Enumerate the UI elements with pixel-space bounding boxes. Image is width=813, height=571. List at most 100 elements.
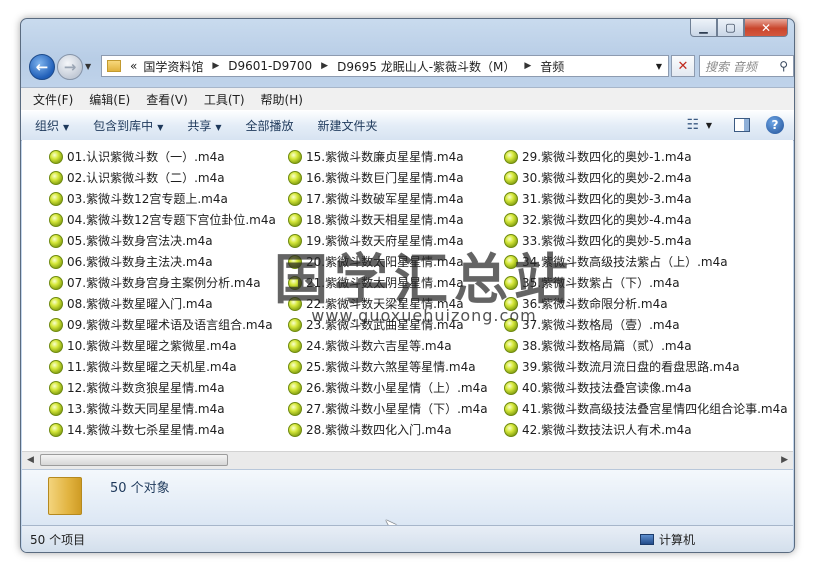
m4a-audio-file-icon: [49, 212, 63, 227]
close-button[interactable]: ✕: [744, 19, 788, 37]
m4a-audio-file-icon: [49, 401, 63, 416]
search-input[interactable]: 搜索 音频 ⚲: [699, 55, 794, 77]
file-item[interactable]: 32.紫微斗数四化的奥妙-4.m4a: [504, 209, 788, 230]
file-item[interactable]: 18.紫微斗数天相星星情.m4a: [288, 209, 488, 230]
horizontal-scrollbar[interactable]: ◀ ▶: [22, 451, 793, 469]
menu-tools[interactable]: 工具(T): [204, 91, 245, 108]
file-item[interactable]: 38.紫微斗数格局篇（贰）.m4a: [504, 335, 788, 356]
recent-pages-dropdown[interactable]: ▼: [85, 62, 91, 71]
file-item[interactable]: 25.紫微斗数六煞星等星情.m4a: [288, 356, 488, 377]
menu-help[interactable]: 帮助(H): [261, 91, 303, 108]
play-all-button[interactable]: 全部播放: [246, 117, 294, 134]
scrollbar-thumb[interactable]: [40, 454, 228, 466]
m4a-audio-file-icon: [504, 233, 518, 248]
file-item[interactable]: 12.紫微斗数贪狼星星情.m4a: [49, 377, 276, 398]
menu-view[interactable]: 查看(V): [146, 91, 188, 108]
file-item[interactable]: 41.紫微斗数高级技法叠宫星情四化组合论事.m4a: [504, 398, 788, 419]
file-name: 10.紫微斗数星曜之紫微星.m4a: [67, 339, 237, 353]
help-icon[interactable]: ?: [766, 116, 784, 134]
search-icon[interactable]: ⚲: [779, 59, 788, 73]
minimize-button[interactable]: ▁: [690, 19, 717, 37]
item-count: 50 个项目: [30, 533, 86, 547]
back-arrow-icon[interactable]: ←: [29, 54, 55, 80]
file-item[interactable]: 36.紫微斗数命限分析.m4a: [504, 293, 788, 314]
m4a-audio-file-icon: [504, 275, 518, 290]
breadcrumb-separator-icon[interactable]: ▶: [524, 61, 531, 71]
file-item[interactable]: 27.紫微斗数小星星情（下）.m4a: [288, 398, 488, 419]
breadcrumb-item[interactable]: D9601-D9700: [228, 59, 312, 73]
file-item[interactable]: 19.紫微斗数天府星星情.m4a: [288, 230, 488, 251]
m4a-audio-file-icon: [288, 401, 302, 416]
file-item[interactable]: 35.紫微斗数紫占（下）.m4a: [504, 272, 788, 293]
breadcrumb-item[interactable]: D9695 龙眠山人-紫薇斗数（M）: [337, 58, 515, 75]
file-item[interactable]: 42.紫微斗数技法识人有术.m4a: [504, 419, 788, 440]
file-item[interactable]: 20.紫微斗数太阳星星情.m4a: [288, 251, 488, 272]
m4a-audio-file-icon: [49, 170, 63, 185]
file-item[interactable]: 08.紫微斗数星曜入门.m4a: [49, 293, 276, 314]
view-dropdown-icon[interactable]: ▼: [706, 121, 712, 130]
folder-icon: [48, 477, 82, 515]
file-item[interactable]: 28.紫微斗数四化入门.m4a: [288, 419, 488, 440]
file-item[interactable]: 09.紫微斗数星曜术语及语言组合.m4a: [49, 314, 276, 335]
file-item[interactable]: 07.紫微斗数身宫身主案例分析.m4a: [49, 272, 276, 293]
command-bar: 组织 ▼ 包含到库中 ▼ 共享 ▼ 全部播放 新建文件夹 ☷ ▼ ?: [21, 110, 794, 141]
file-item[interactable]: 05.紫微斗数身宫法决.m4a: [49, 230, 276, 251]
file-item[interactable]: 37.紫微斗数格局（壹）.m4a: [504, 314, 788, 335]
breadcrumb-item[interactable]: 音频: [540, 58, 564, 75]
file-item[interactable]: 10.紫微斗数星曜之紫微星.m4a: [49, 335, 276, 356]
file-name: 05.紫微斗数身宫法决.m4a: [67, 234, 213, 248]
file-item[interactable]: 06.紫微斗数身主法决.m4a: [49, 251, 276, 272]
file-item[interactable]: 24.紫微斗数六吉星等.m4a: [288, 335, 488, 356]
file-item[interactable]: 31.紫微斗数四化的奥妙-3.m4a: [504, 188, 788, 209]
organize-button[interactable]: 组织 ▼: [35, 117, 69, 134]
address-bar[interactable]: « 国学资料馆 ▶ D9601-D9700 ▶ D9695 龙眠山人-紫薇斗数（…: [101, 55, 669, 77]
file-item[interactable]: 33.紫微斗数四化的奥妙-5.m4a: [504, 230, 788, 251]
file-name: 11.紫微斗数星曜之天机星.m4a: [67, 360, 237, 374]
file-item[interactable]: 34.紫微斗数高级技法紫占（上）.m4a: [504, 251, 788, 272]
file-item[interactable]: 17.紫微斗数破军星星情.m4a: [288, 188, 488, 209]
file-item[interactable]: 22.紫微斗数天梁星星情.m4a: [288, 293, 488, 314]
breadcrumb-item[interactable]: 国学资料馆: [143, 58, 203, 75]
file-item[interactable]: 40.紫微斗数技法叠宫读像.m4a: [504, 377, 788, 398]
m4a-audio-file-icon: [49, 254, 63, 269]
file-item[interactable]: 02.认识紫微斗数（二）.m4a: [49, 167, 276, 188]
share-button[interactable]: 共享 ▼: [187, 117, 221, 134]
file-item[interactable]: 15.紫微斗数廉贞星星情.m4a: [288, 146, 488, 167]
file-name: 30.紫微斗数四化的奥妙-2.m4a: [522, 171, 692, 185]
file-name: 35.紫微斗数紫占（下）.m4a: [522, 276, 680, 290]
menu-file[interactable]: 文件(F): [33, 91, 73, 108]
scroll-right-icon[interactable]: ▶: [781, 455, 788, 465]
file-item[interactable]: 13.紫微斗数天同星星情.m4a: [49, 398, 276, 419]
menu-edit[interactable]: 编辑(E): [89, 91, 130, 108]
file-name: 33.紫微斗数四化的奥妙-5.m4a: [522, 234, 692, 248]
file-item[interactable]: 16.紫微斗数巨门星星情.m4a: [288, 167, 488, 188]
file-name: 14.紫微斗数七杀星星情.m4a: [67, 423, 225, 437]
file-item[interactable]: 39.紫微斗数流月流日盘的看盘思路.m4a: [504, 356, 788, 377]
include-in-library-button[interactable]: 包含到库中 ▼: [93, 117, 163, 134]
breadcrumb-overflow[interactable]: «: [130, 59, 137, 73]
file-item[interactable]: 03.紫微斗数12宫专题上.m4a: [49, 188, 276, 209]
m4a-audio-file-icon: [49, 380, 63, 395]
breadcrumb-separator-icon[interactable]: ▶: [212, 61, 219, 71]
m4a-audio-file-icon: [504, 359, 518, 374]
file-item[interactable]: 30.紫微斗数四化的奥妙-2.m4a: [504, 167, 788, 188]
file-item[interactable]: 29.紫微斗数四化的奥妙-1.m4a: [504, 146, 788, 167]
preview-pane-icon[interactable]: [734, 118, 750, 132]
file-name: 09.紫微斗数星曜术语及语言组合.m4a: [67, 318, 273, 332]
change-view-icon[interactable]: ☷: [684, 117, 702, 133]
file-item[interactable]: 23.紫微斗数武曲星星情.m4a: [288, 314, 488, 335]
file-item[interactable]: 26.紫微斗数小星星情（上）.m4a: [288, 377, 488, 398]
new-folder-button[interactable]: 新建文件夹: [318, 117, 378, 134]
file-item[interactable]: 01.认识紫微斗数（一）.m4a: [49, 146, 276, 167]
file-item[interactable]: 11.紫微斗数星曜之天机星.m4a: [49, 356, 276, 377]
refresh-icon[interactable]: ✕: [671, 55, 695, 77]
file-name: 18.紫微斗数天相星星情.m4a: [306, 213, 464, 227]
file-item[interactable]: 14.紫微斗数七杀星星情.m4a: [49, 419, 276, 440]
file-item[interactable]: 04.紫微斗数12宫专题下宫位卦位.m4a: [49, 209, 276, 230]
breadcrumb-separator-icon[interactable]: ▶: [321, 61, 328, 71]
address-dropdown-icon[interactable]: ▼: [656, 62, 662, 71]
scroll-left-icon[interactable]: ◀: [27, 455, 34, 465]
forward-arrow-icon[interactable]: →: [57, 54, 83, 80]
file-item[interactable]: 21.紫微斗数太阴星星情.m4a: [288, 272, 488, 293]
maximize-button[interactable]: ▢: [717, 19, 744, 37]
